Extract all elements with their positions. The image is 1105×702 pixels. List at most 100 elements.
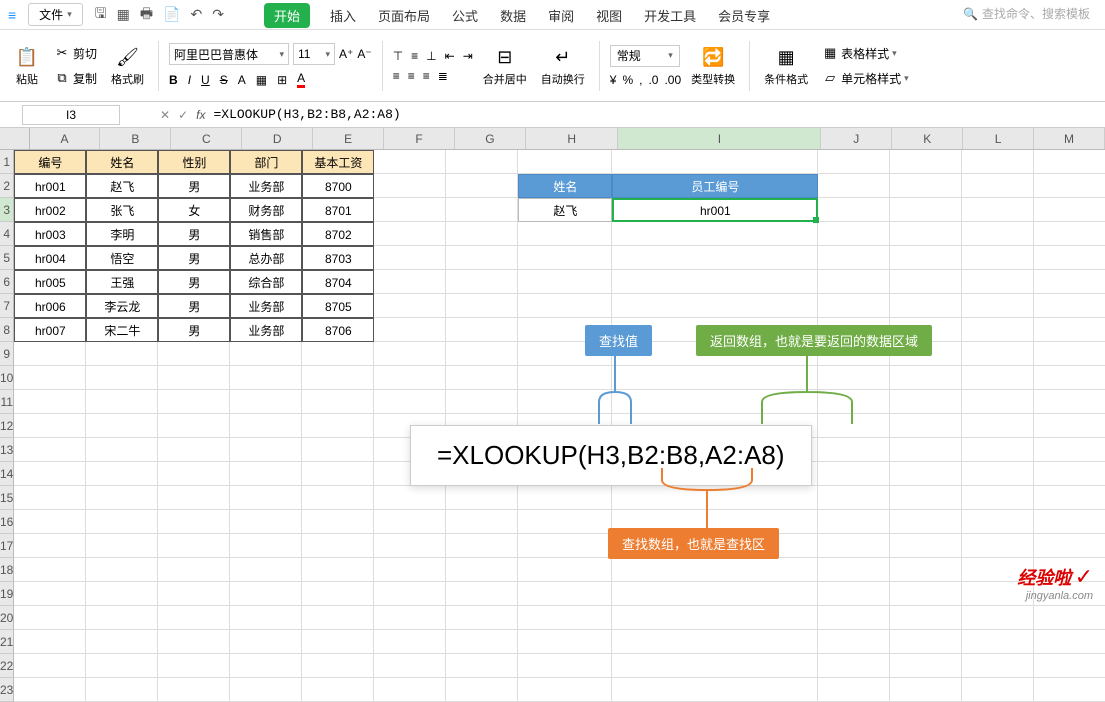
cell-K12[interactable]	[890, 414, 962, 438]
cell-A1[interactable]: 编号	[14, 150, 86, 174]
cell-C12[interactable]	[158, 414, 230, 438]
cell-C18[interactable]	[158, 558, 230, 582]
cell-J20[interactable]	[818, 606, 890, 630]
cell-H2[interactable]: 姓名	[518, 174, 612, 198]
merge-icon[interactable]: ⊟	[492, 44, 518, 70]
cell-K16[interactable]	[890, 510, 962, 534]
col-header-L[interactable]: L	[963, 128, 1034, 149]
cell-I19[interactable]	[612, 582, 818, 606]
cell-K11[interactable]	[890, 390, 962, 414]
cell-H7[interactable]	[518, 294, 612, 318]
col-header-A[interactable]: A	[30, 128, 101, 149]
cell-L13[interactable]	[962, 438, 1034, 462]
tab-formula[interactable]: 公式	[450, 2, 480, 29]
cell-L16[interactable]	[962, 510, 1034, 534]
type-convert-icon[interactable]: 🔁	[700, 44, 726, 70]
cell-C20[interactable]	[158, 606, 230, 630]
cell-J14[interactable]	[818, 462, 890, 486]
cell-G18[interactable]	[446, 558, 518, 582]
cell-C17[interactable]	[158, 534, 230, 558]
cell-G16[interactable]	[446, 510, 518, 534]
conditional-format-icon[interactable]: ▦	[773, 44, 799, 70]
col-header-D[interactable]: D	[242, 128, 313, 149]
cell-K20[interactable]	[890, 606, 962, 630]
cell-H22[interactable]	[518, 654, 612, 678]
cell-M11[interactable]	[1034, 390, 1105, 414]
cell-I4[interactable]	[612, 222, 818, 246]
row-header-13[interactable]: 13	[0, 438, 14, 462]
cell-A12[interactable]	[14, 414, 86, 438]
cell-G19[interactable]	[446, 582, 518, 606]
cell-C22[interactable]	[158, 654, 230, 678]
cell-L14[interactable]	[962, 462, 1034, 486]
fx-cancel-icon[interactable]: ✕	[160, 108, 170, 122]
row-header-15[interactable]: 15	[0, 486, 14, 510]
cell-K17[interactable]	[890, 534, 962, 558]
cell-J21[interactable]	[818, 630, 890, 654]
cell-A8[interactable]: hr007	[14, 318, 86, 342]
cell-L12[interactable]	[962, 414, 1034, 438]
cell-J22[interactable]	[818, 654, 890, 678]
cell-A17[interactable]	[14, 534, 86, 558]
col-header-I[interactable]: I	[618, 128, 821, 149]
file-menu[interactable]: 文件▾	[28, 3, 83, 26]
cell-L5[interactable]	[962, 246, 1034, 270]
row-header-19[interactable]: 19	[0, 582, 14, 606]
cell-E11[interactable]	[302, 390, 374, 414]
row-header-21[interactable]: 21	[0, 630, 14, 654]
cell-D19[interactable]	[230, 582, 302, 606]
cell-M10[interactable]	[1034, 366, 1105, 390]
cell-F5[interactable]	[374, 246, 446, 270]
cell-M2[interactable]	[1034, 174, 1105, 198]
indent-inc-icon[interactable]: ⇥	[463, 49, 473, 63]
cell-I22[interactable]	[612, 654, 818, 678]
cell-A13[interactable]	[14, 438, 86, 462]
fx-icon[interactable]: fx	[196, 108, 205, 122]
cell-D16[interactable]	[230, 510, 302, 534]
cell-E8[interactable]: 8706	[302, 318, 374, 342]
cell-C14[interactable]	[158, 462, 230, 486]
cell-J6[interactable]	[818, 270, 890, 294]
fx-accept-icon[interactable]: ✓	[178, 108, 188, 122]
cell-B17[interactable]	[86, 534, 158, 558]
format-painter-icon[interactable]: 🖌	[115, 44, 141, 70]
cell-G4[interactable]	[446, 222, 518, 246]
cell-E15[interactable]	[302, 486, 374, 510]
cell-F16[interactable]	[374, 510, 446, 534]
cell-C8[interactable]: 男	[158, 318, 230, 342]
cell-G9[interactable]	[446, 342, 518, 366]
cell-E6[interactable]: 8704	[302, 270, 374, 294]
cell-C4[interactable]: 男	[158, 222, 230, 246]
cell-C15[interactable]	[158, 486, 230, 510]
paste-icon[interactable]: 📋	[14, 44, 40, 70]
cell-C19[interactable]	[158, 582, 230, 606]
cell-K6[interactable]	[890, 270, 962, 294]
cell-F11[interactable]	[374, 390, 446, 414]
paste-label[interactable]: 粘贴	[16, 71, 38, 87]
cell-M4[interactable]	[1034, 222, 1105, 246]
cell-style-button[interactable]: ▱单元格样式▾	[818, 68, 913, 89]
cell-E23[interactable]	[302, 678, 374, 702]
cell-G6[interactable]	[446, 270, 518, 294]
cell-G1[interactable]	[446, 150, 518, 174]
cell-M16[interactable]	[1034, 510, 1105, 534]
italic-button[interactable]: I	[188, 73, 191, 87]
cell-F22[interactable]	[374, 654, 446, 678]
cell-L22[interactable]	[962, 654, 1034, 678]
cell-I20[interactable]	[612, 606, 818, 630]
cell-K14[interactable]	[890, 462, 962, 486]
cell-D9[interactable]	[230, 342, 302, 366]
col-header-H[interactable]: H	[526, 128, 619, 149]
justify-icon[interactable]: ≣	[438, 69, 448, 83]
qat-icon[interactable]: ▦	[117, 6, 130, 23]
dec-dec-icon[interactable]: .00	[664, 73, 681, 87]
cell-D23[interactable]	[230, 678, 302, 702]
cell-I1[interactable]	[612, 150, 818, 174]
cell-K18[interactable]	[890, 558, 962, 582]
row-header-2[interactable]: 2	[0, 174, 14, 198]
row-header-5[interactable]: 5	[0, 246, 14, 270]
cell-B1[interactable]: 姓名	[86, 150, 158, 174]
cell-K23[interactable]	[890, 678, 962, 702]
bold-button[interactable]: B	[169, 73, 178, 87]
cell-E17[interactable]	[302, 534, 374, 558]
